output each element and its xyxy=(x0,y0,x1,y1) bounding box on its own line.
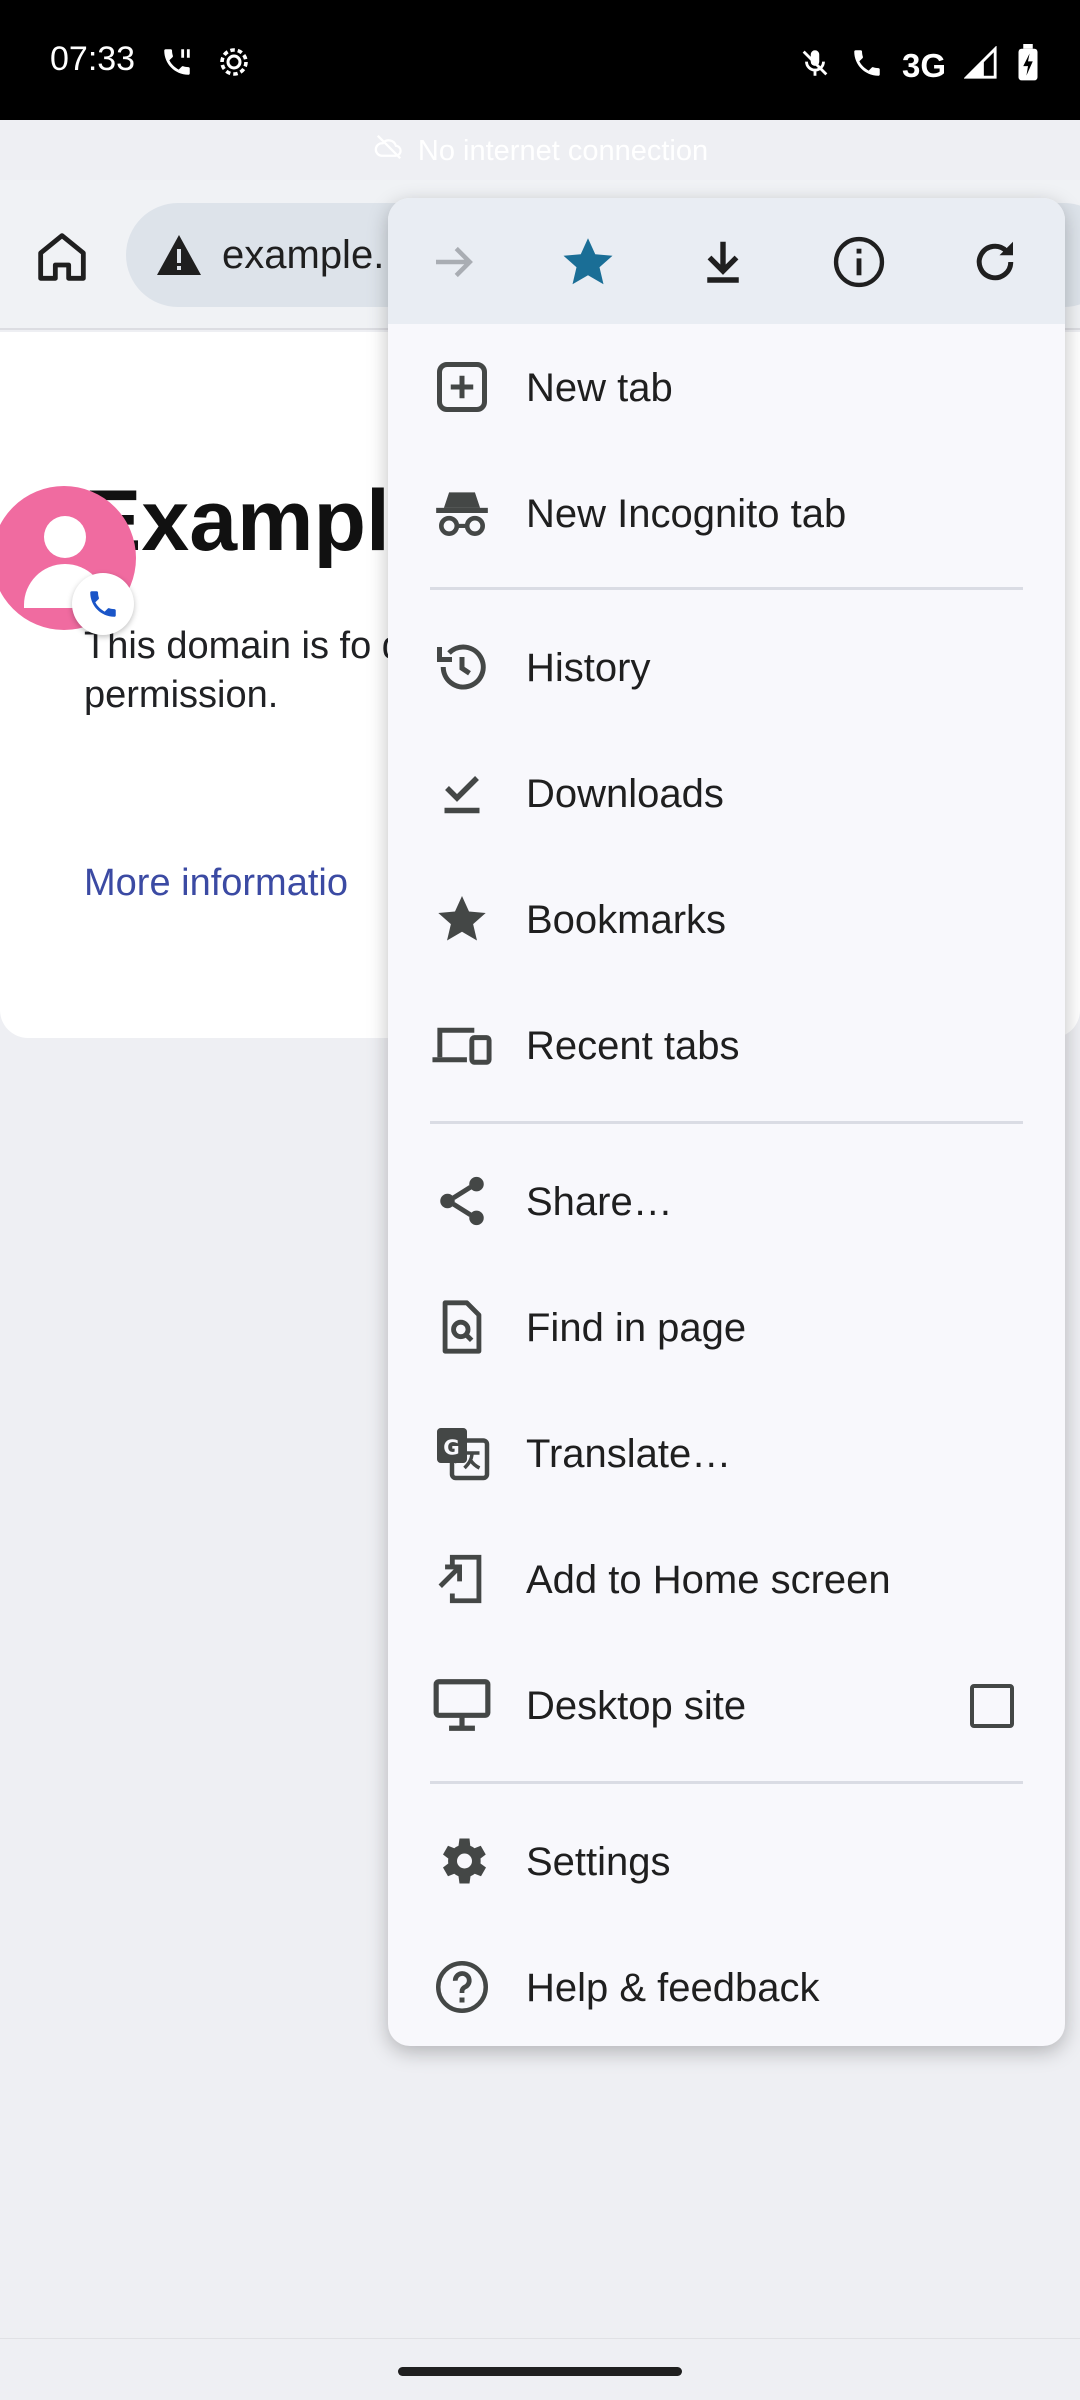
menu-item-label: Desktop site xyxy=(526,1684,747,1728)
menu-item-translate[interactable]: G Translate… xyxy=(388,1390,1065,1516)
offline-banner: No internet connection xyxy=(0,132,1080,170)
menu-item-label: New Incognito tab xyxy=(526,492,847,536)
download-icon[interactable] xyxy=(691,230,755,294)
navigation-bar xyxy=(0,2338,1080,2400)
bookmarks-icon xyxy=(430,887,494,951)
history-icon xyxy=(430,635,494,699)
menu-item-help-feedback[interactable]: Help & feedback xyxy=(388,1924,1065,2046)
gesture-handle[interactable] xyxy=(398,2367,682,2376)
menu-item-label: History xyxy=(526,646,651,690)
more-info-link[interactable]: More informatio xyxy=(84,862,348,905)
home-icon xyxy=(30,233,94,293)
menu-item-settings[interactable]: Settings xyxy=(388,1798,1065,1924)
status-time: 07:33 xyxy=(50,40,136,78)
home-button[interactable] xyxy=(30,225,94,289)
menu-item-label: Add to Home screen xyxy=(526,1558,891,1602)
help-icon xyxy=(430,1955,494,2019)
menu-icon-row xyxy=(388,198,1065,324)
forward-icon[interactable] xyxy=(422,230,486,294)
status-bar: 07:33 3G No internet connection xyxy=(0,0,1080,167)
menu-item-label: Settings xyxy=(526,1840,671,1884)
call-icon xyxy=(850,46,884,85)
menu-divider xyxy=(430,1121,1023,1124)
overflow-menu: New tab New Incognito tab History Downlo… xyxy=(388,198,1065,2046)
translate-icon: G xyxy=(430,1421,494,1485)
menu-item-share[interactable]: Share… xyxy=(388,1138,1065,1264)
signal-icon xyxy=(963,45,998,85)
desktop-icon xyxy=(430,1673,494,1737)
menu-item-desktop-site[interactable]: Desktop site xyxy=(388,1642,1065,1768)
menu-item-new-tab[interactable]: New tab xyxy=(388,324,1065,450)
menu-item-new-incognito-tab[interactable]: New Incognito tab xyxy=(388,450,1065,576)
offline-text: No internet connection xyxy=(417,134,709,167)
wifi-call-icon xyxy=(160,45,194,84)
svg-text:G: G xyxy=(443,1435,459,1459)
menu-item-label: Recent tabs xyxy=(526,1024,740,1068)
menu-divider xyxy=(430,1781,1023,1784)
mute-icon xyxy=(798,46,832,85)
share-icon xyxy=(430,1169,494,1233)
page-heading: Example xyxy=(84,473,438,569)
menu-item-label: Find in page xyxy=(526,1306,747,1350)
downloads-icon xyxy=(430,761,494,825)
menu-item-label: Translate… xyxy=(526,1432,732,1476)
info-icon[interactable] xyxy=(827,230,891,294)
avatar-head xyxy=(44,516,86,558)
menu-item-find-in-page[interactable]: Find in page xyxy=(388,1264,1065,1390)
warning-icon[interactable] xyxy=(154,233,204,282)
bookmark-star-icon[interactable] xyxy=(556,230,620,294)
cloud-off-icon xyxy=(372,132,406,170)
settings-icon xyxy=(430,1829,494,1893)
menu-item-bookmarks[interactable]: Bookmarks xyxy=(388,856,1065,982)
menu-item-label: Share… xyxy=(526,1180,673,1224)
new-tab-icon xyxy=(430,355,494,419)
url-text[interactable]: example. xyxy=(222,233,384,278)
menu-item-label: New tab xyxy=(526,366,673,410)
add-to-home-icon xyxy=(430,1547,494,1611)
menu-item-label: Help & feedback xyxy=(526,1966,820,2010)
battery-charging-icon xyxy=(1016,44,1040,87)
recent-tabs-icon xyxy=(430,1013,494,1077)
menu-item-label: Downloads xyxy=(526,772,724,816)
incognito-icon xyxy=(430,481,494,545)
menu-item-label: Bookmarks xyxy=(526,898,727,942)
menu-item-add-to-home-screen[interactable]: Add to Home screen xyxy=(388,1516,1065,1642)
menu-item-downloads[interactable]: Downloads xyxy=(388,730,1065,856)
menu-item-history[interactable]: History xyxy=(388,604,1065,730)
find-in-page-icon xyxy=(430,1295,494,1359)
network-type: 3G xyxy=(901,46,946,84)
menu-item-recent-tabs[interactable]: Recent tabs xyxy=(388,982,1065,1108)
desktop-site-checkbox[interactable] xyxy=(970,1684,1014,1728)
settings-gear-icon xyxy=(216,44,252,85)
menu-divider xyxy=(430,587,1023,590)
refresh-icon[interactable] xyxy=(963,230,1027,294)
phone-badge-icon xyxy=(72,573,134,635)
